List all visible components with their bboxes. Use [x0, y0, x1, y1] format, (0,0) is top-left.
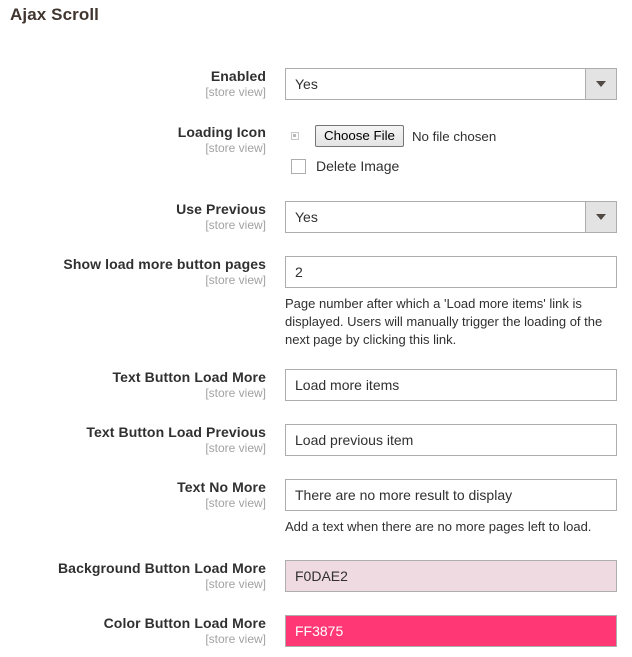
field-row-show-load-more-pages: Show load more button pages [store view]…: [0, 256, 632, 349]
scope-note: [store view]: [205, 273, 266, 287]
scope-note: [store view]: [205, 85, 266, 99]
field-label-text: Text Button Load More: [112, 369, 266, 385]
label-text-no-more: Text No More [store view]: [0, 479, 285, 511]
field-label-text: Background Button Load More: [57, 560, 266, 576]
delete-image-label: Delete Image: [316, 158, 400, 174]
show-load-more-pages-input[interactable]: [285, 256, 617, 288]
field-label-text: Text Button Load Previous: [86, 424, 266, 440]
text-button-load-previous-input[interactable]: [285, 424, 617, 456]
choose-file-button[interactable]: Choose File: [315, 125, 404, 147]
show-load-more-pages-note: Page number after which a 'Load more ite…: [285, 296, 603, 347]
use-previous-select[interactable]: Yes: [285, 201, 617, 233]
field-label-text: Use Previous: [176, 201, 266, 217]
field-row-loading-icon: Loading Icon [store view] Choose File No…: [0, 124, 632, 174]
scope-note: [store view]: [205, 386, 266, 400]
control-loading-icon: Choose File No file chosen Delete Image: [285, 124, 632, 174]
field-row-text-button-load-more: Text Button Load More [store view]: [0, 369, 632, 401]
delete-image-checkbox[interactable]: [291, 158, 306, 174]
chevron-down-icon[interactable]: [585, 202, 616, 232]
color-button-load-more-input[interactable]: [285, 615, 617, 647]
label-enabled: Enabled [store view]: [0, 68, 285, 100]
scope-note: [store view]: [205, 141, 266, 155]
control-background-button-load-more: [285, 560, 632, 592]
text-no-more-note: Add a text when there are no more pages …: [285, 519, 592, 534]
field-label-text: Show load more button pages: [63, 256, 266, 272]
control-enabled: Yes: [285, 68, 632, 100]
delete-image-row[interactable]: Delete Image: [291, 158, 620, 174]
field-label-text: Color Button Load More: [103, 615, 266, 631]
chevron-down-glyph: [596, 214, 606, 220]
file-upload-row: Choose File No file chosen: [285, 124, 620, 148]
text-button-load-more-input[interactable]: [285, 369, 617, 401]
enabled-select[interactable]: Yes: [285, 68, 617, 100]
label-background-button-load-more: Background Button Load More [store view]: [0, 560, 285, 592]
scope-note: [store view]: [205, 496, 266, 510]
page-title: Ajax Scroll: [10, 5, 99, 24]
field-row-text-button-load-previous: Text Button Load Previous [store view]: [0, 424, 632, 456]
scope-note: [store view]: [205, 218, 266, 232]
label-use-previous: Use Previous [store view]: [0, 201, 285, 233]
control-use-previous: Yes: [285, 201, 632, 233]
control-text-no-more: Add a text when there are no more pages …: [285, 479, 632, 536]
field-row-background-button-load-more: Background Button Load More [store view]: [0, 560, 632, 592]
label-loading-icon: Loading Icon [store view]: [0, 124, 285, 156]
scope-note: [store view]: [205, 441, 266, 455]
chevron-down-icon[interactable]: [585, 69, 616, 99]
scope-note: [store view]: [205, 577, 266, 591]
control-text-button-load-previous: [285, 424, 632, 456]
text-no-more-input[interactable]: [285, 479, 617, 511]
no-file-chosen-text: No file chosen: [411, 128, 497, 144]
label-color-button-load-more: Color Button Load More [store view]: [0, 615, 285, 647]
chevron-down-glyph: [596, 81, 606, 87]
control-color-button-load-more: [285, 615, 632, 647]
field-row-use-previous: Use Previous [store view] Yes: [0, 201, 632, 233]
field-row-color-button-load-more: Color Button Load More [store view]: [0, 615, 632, 647]
label-show-load-more-pages: Show load more button pages [store view]: [0, 256, 285, 288]
background-button-load-more-input[interactable]: [285, 560, 617, 592]
label-text-button-load-previous: Text Button Load Previous [store view]: [0, 424, 285, 456]
field-row-text-no-more: Text No More [store view] Add a text whe…: [0, 479, 632, 536]
control-show-load-more-pages: Page number after which a 'Load more ite…: [285, 256, 632, 349]
control-text-button-load-more: [285, 369, 632, 401]
enabled-select-value: Yes: [295, 76, 318, 92]
field-label-text: Loading Icon: [177, 124, 266, 140]
scope-note: [store view]: [205, 632, 266, 646]
field-label-text: Text No More: [177, 479, 266, 495]
broken-image-icon: [291, 132, 299, 140]
use-previous-select-value: Yes: [295, 209, 318, 225]
field-label-text: Enabled: [210, 68, 266, 84]
label-text-button-load-more: Text Button Load More [store view]: [0, 369, 285, 401]
field-row-enabled: Enabled [store view] Yes: [0, 68, 632, 100]
